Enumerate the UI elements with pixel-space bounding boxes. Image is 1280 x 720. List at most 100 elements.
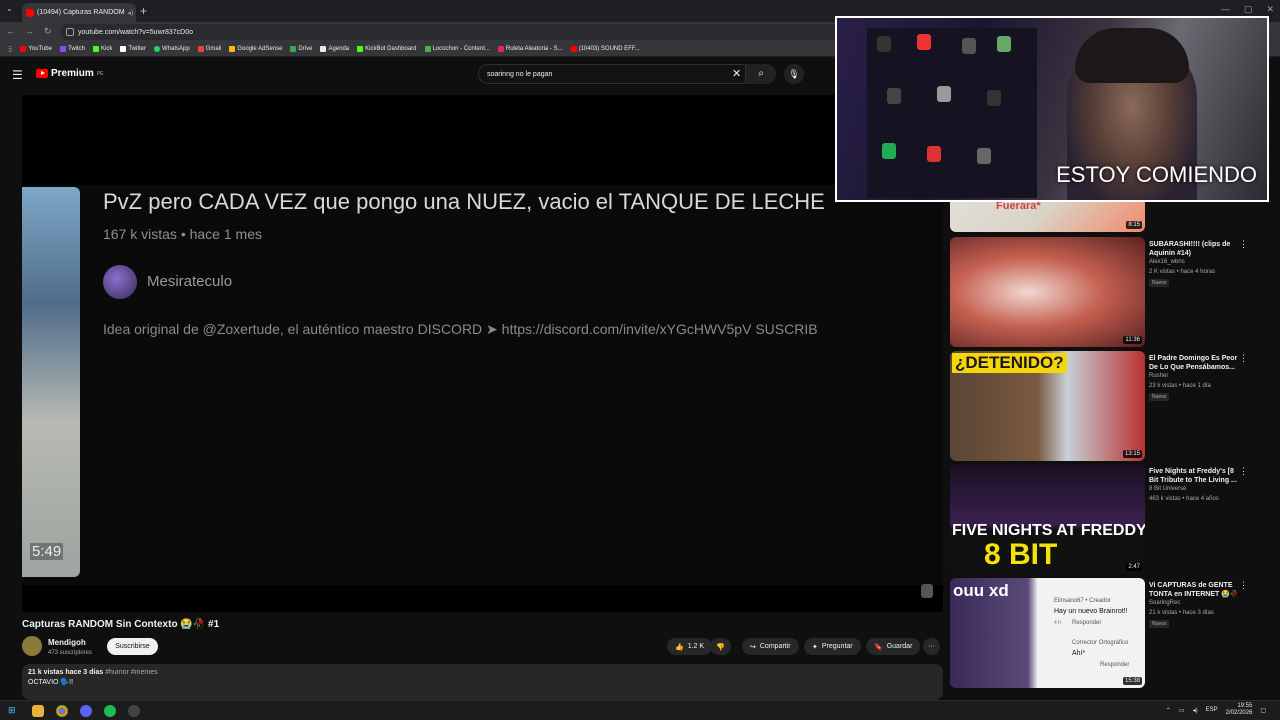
bookmark-locochon[interactable]: Locochon - Content... (424, 46, 490, 52)
bookmark-adsense[interactable]: Google AdSense (229, 46, 282, 52)
bookmark-youtube[interactable]: YouTube (20, 46, 52, 52)
url-text: youtube.com/watch?v=5uwr837cD0o (78, 28, 193, 36)
adsense-icon (229, 46, 236, 52)
video-thumbnail[interactable]: FIVE NIGHTS AT FREDDYS 8 BIT 2:47 (950, 464, 1145, 574)
recommendation-item[interactable]: 11:36 SUBARASHI!!!! (clips de Aquinin #1… (950, 237, 1260, 347)
recommendation-item[interactable]: FIVE NIGHTS AT FREDDYS 8 BIT 2:47 Five N… (950, 464, 1260, 574)
file-explorer-icon[interactable] (32, 705, 44, 717)
bookmark-drive[interactable]: Drive (290, 46, 312, 52)
channel-name[interactable]: Alex16_wbns (1149, 259, 1185, 265)
bookmark-twitch[interactable]: Twitch (59, 46, 85, 52)
bookmark-agenda[interactable]: Agenda (320, 46, 349, 52)
spotify-icon[interactable] (104, 705, 116, 717)
video-description: OCTAVIO 🗣️!! (28, 679, 74, 686)
clock[interactable]: 19:55 2/02/2026 (1226, 703, 1253, 717)
video-title[interactable]: El Padre Domingo Es Peor De Lo Que Pensá… (1149, 354, 1241, 372)
reload-icon[interactable]: ↻ (44, 26, 52, 37)
channel-name[interactable]: 8 Bit Universe (1149, 486, 1186, 492)
tab-audio-icon[interactable]: ◂) (128, 9, 134, 17)
window-controls: — ▢ ✕ (1221, 4, 1274, 15)
tab-search-icon[interactable]: ⌄ (6, 4, 13, 13)
description-box[interactable]: 21 k vistas hace 3 días #humor #memes OC… (22, 664, 943, 700)
youtube-icon (570, 46, 577, 52)
kick-icon (93, 46, 99, 52)
bookmark-twitter[interactable]: Twitter (120, 46, 146, 52)
bookmark-gmail[interactable]: Gmail (197, 46, 221, 52)
subscribe-button[interactable]: Suscribirse (107, 638, 158, 655)
save-button[interactable]: 🔖 Guardar (866, 638, 921, 655)
youtube-play-icon (36, 69, 48, 78)
locochon-icon (424, 46, 431, 52)
youtube-favicon-icon (26, 8, 34, 17)
minimize-icon[interactable]: — (1221, 4, 1230, 15)
figure-shelf (867, 28, 1037, 198)
forward-icon[interactable]: → (25, 26, 34, 37)
video-thumbnail[interactable]: ¿DETENIDO? 13:15 (950, 351, 1145, 461)
channel-watermark-icon[interactable] (921, 584, 933, 598)
video-tags[interactable]: #humor #memes (105, 669, 158, 676)
recommendation-item[interactable]: ouu xd Elinsano67 • Creador Hay un nuevo… (950, 578, 1260, 688)
menu-icon[interactable]: ☰ (12, 68, 23, 82)
channel-name[interactable]: SoaringRec (1149, 600, 1180, 606)
search-button[interactable]: ⌕ (746, 64, 776, 84)
maximize-icon[interactable]: ▢ (1244, 4, 1253, 15)
video-title[interactable]: SUBARASHI!!!! (clips de Aquinin #14) (1149, 240, 1241, 258)
browser-tab[interactable]: (10494) Capturas RANDOM ◂) ✕ (22, 3, 136, 22)
voice-search-button[interactable]: 🎙 (784, 64, 804, 84)
twitch-icon (59, 46, 66, 52)
video-duration: 11:36 (1123, 336, 1142, 344)
youtube-logo[interactable]: Premium PE (36, 68, 103, 79)
new-tab-button[interactable]: + (140, 4, 147, 18)
discord-icon[interactable] (80, 705, 92, 717)
video-duration: 15:38 (1122, 677, 1142, 685)
bookmark-sound-effects[interactable]: (10403) SOUND EFF... (570, 46, 640, 52)
embedded-description: Idea original de @Zoxertude, el auténtic… (103, 321, 818, 337)
channel-avatar[interactable] (22, 636, 42, 656)
system-tray: ⌃ ▭ ◂) ESP 19:55 2/02/2026 ▢ (1166, 703, 1266, 717)
new-badge: Nuevo (1149, 620, 1170, 628)
bookmark-icon: 🔖 (874, 643, 883, 651)
embedded-video-meta: 167 k vistas • hace 1 mes (103, 226, 262, 242)
language-indicator[interactable]: ESP (1206, 707, 1218, 713)
recommendation-item[interactable]: ¿DETENIDO? 13:15 El Padre Domingo Es Peo… (950, 351, 1260, 461)
bookmark-whatsapp[interactable]: WhatsApp (154, 46, 190, 52)
video-thumbnail[interactable]: ouu xd Elinsano67 • Creador Hay un nuevo… (950, 578, 1145, 688)
video-thumbnail[interactable]: 11:36 (950, 237, 1145, 347)
address-bar[interactable]: youtube.com/watch?v=5uwr837cD0o (60, 24, 840, 40)
close-window-icon[interactable]: ✕ (1266, 4, 1274, 15)
dislike-button[interactable]: 👎 (710, 638, 731, 655)
clear-search-icon[interactable]: ✕ (732, 67, 741, 80)
more-vert-icon[interactable]: ⋮ (1239, 580, 1248, 591)
mic-icon: 🎙 (788, 69, 800, 79)
bookmark-ruleta[interactable]: Ruleta Aleatoria - S... (497, 46, 563, 52)
tray-chevron-icon[interactable]: ⌃ (1166, 707, 1171, 714)
share-button[interactable]: ↪ Compartir (742, 638, 799, 655)
video-player[interactable]: 5:49 PvZ pero CADA VEZ que pongo una NUE… (22, 95, 943, 612)
network-icon[interactable]: ▭ (1179, 707, 1185, 714)
channel-name[interactable]: Mendigoh (48, 638, 86, 647)
ask-button[interactable]: ✦ Preguntar (804, 638, 861, 655)
like-button[interactable]: 👍 1.2 K (667, 638, 713, 655)
site-info-icon[interactable] (66, 28, 74, 36)
kickbot-icon (357, 46, 364, 52)
more-icon: ··· (928, 643, 935, 650)
video-title[interactable]: Vi CAPTURAS de GENTE TONTA en INTERNET 😭… (1149, 581, 1241, 599)
search-input[interactable]: soarinng no le pagan (478, 64, 746, 84)
more-actions-button[interactable]: ··· (923, 638, 940, 655)
bookmark-kickbot[interactable]: KickBot Dashboard (357, 46, 417, 52)
notification-icon[interactable]: ▢ (1260, 707, 1266, 714)
apps-icon[interactable]: ⣿ (8, 46, 12, 53)
obs-icon[interactable] (128, 705, 140, 717)
chrome-icon[interactable] (56, 705, 68, 717)
more-vert-icon[interactable]: ⋮ (1239, 353, 1248, 364)
more-vert-icon[interactable]: ⋮ (1239, 239, 1248, 250)
windows-taskbar: ⊞ ⌃ ▭ ◂) ESP 19:55 2/02/2026 ▢ (0, 700, 1280, 720)
back-icon[interactable]: ← (6, 26, 15, 37)
embedded-channel-avatar (103, 265, 137, 299)
channel-name[interactable]: Rusher (1149, 373, 1168, 379)
more-vert-icon[interactable]: ⋮ (1239, 466, 1248, 477)
video-title[interactable]: Five Nights at Freddy's [8 Bit Tribute t… (1149, 467, 1241, 485)
bookmark-kick[interactable]: Kick (93, 46, 112, 52)
volume-icon[interactable]: ◂) (1193, 707, 1198, 714)
windows-start-icon[interactable]: ⊞ (8, 705, 20, 717)
